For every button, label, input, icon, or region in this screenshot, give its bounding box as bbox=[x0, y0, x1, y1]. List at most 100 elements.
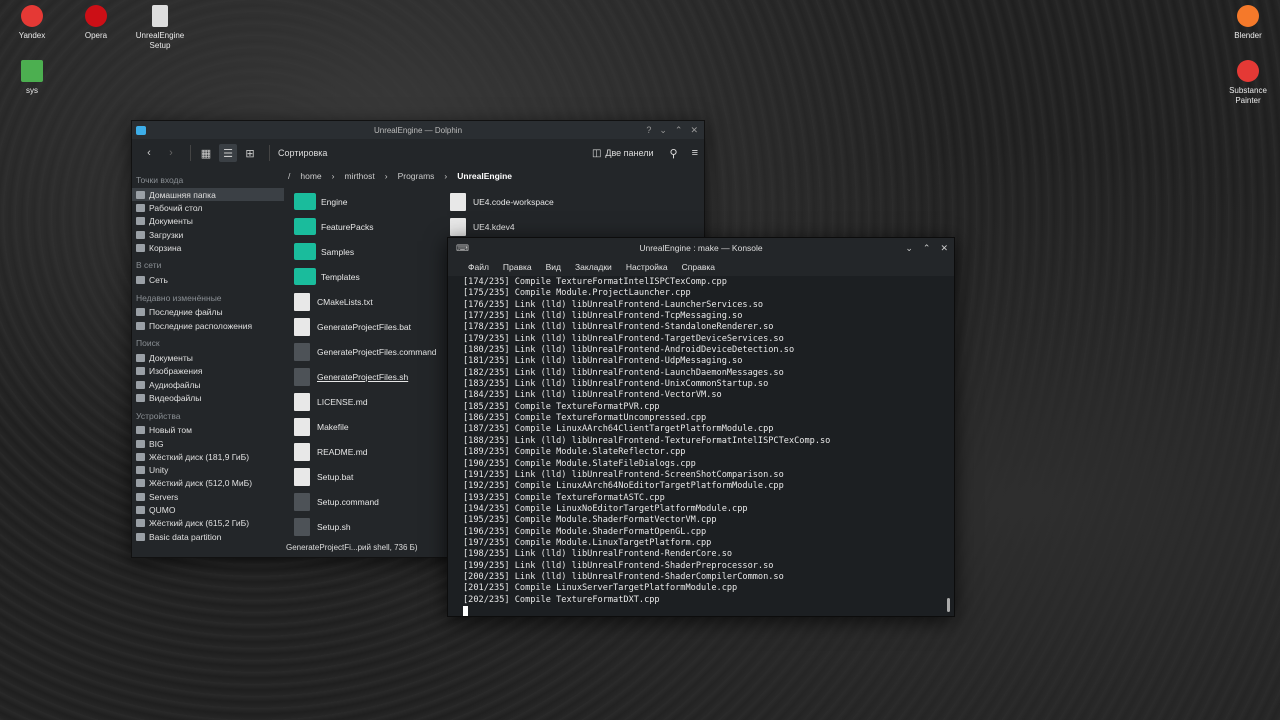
places-item[interactable]: Аудиофайлы bbox=[132, 378, 284, 391]
file-name: GenerateProjectFiles.command bbox=[317, 346, 437, 357]
places-item[interactable]: BIG bbox=[132, 437, 284, 450]
menu-icon[interactable]: ≡ bbox=[692, 147, 698, 159]
desktop-icon-blender[interactable]: Blender bbox=[1216, 5, 1280, 41]
desktop-icon-label: Substance Painter bbox=[1229, 86, 1267, 105]
file-item[interactable]: FeaturePacks bbox=[288, 214, 437, 239]
opera-icon bbox=[85, 5, 107, 27]
desktop-icon-opera[interactable]: Opera bbox=[64, 5, 128, 41]
terminal-line: [201/235] Compile LinuxServerTargetPlatf… bbox=[463, 583, 738, 594]
places-item[interactable]: Жёсткий диск (512,0 МиБ) bbox=[132, 477, 284, 490]
places-item[interactable]: Документы bbox=[132, 351, 284, 364]
konsole-menu-item[interactable]: Настройка bbox=[626, 262, 668, 272]
file-item[interactable]: README.md bbox=[288, 439, 437, 464]
maximize-icon[interactable]: ⌃ bbox=[923, 243, 931, 254]
konsole-menu-item[interactable]: Справка bbox=[682, 262, 715, 272]
file-item[interactable]: GenerateProjectFiles.sh bbox=[288, 364, 437, 389]
file-name: UE4.code-workspace bbox=[473, 196, 554, 207]
place-icon bbox=[136, 203, 145, 212]
places-item[interactable]: Servers bbox=[132, 490, 284, 503]
file-name: UE4.kdev4 bbox=[473, 221, 515, 232]
place-icon bbox=[136, 532, 145, 541]
file-item[interactable]: Engine bbox=[288, 189, 437, 214]
konsole-titlebar[interactable]: ⌨ UnrealEngine : make — Konsole ⌄ ⌃ ✕ bbox=[448, 238, 954, 258]
file-item[interactable]: Makefile bbox=[288, 414, 437, 439]
file-item[interactable]: Setup.command bbox=[288, 489, 437, 514]
places-item[interactable]: Рабочий стол bbox=[132, 201, 284, 214]
sort-button[interactable]: Сортировка bbox=[278, 148, 327, 158]
terminal-line: [195/235] Compile Module.ShaderFormatVec… bbox=[463, 515, 717, 526]
breadcrumb-programs[interactable]: Programs bbox=[398, 171, 435, 181]
file-item[interactable]: Setup.bat bbox=[288, 464, 437, 489]
close-icon[interactable]: ✕ bbox=[690, 125, 698, 136]
places-item[interactable]: Загрузки bbox=[132, 228, 284, 241]
breadcrumb-root[interactable]: / bbox=[288, 171, 290, 181]
places-item[interactable]: Изображения bbox=[132, 365, 284, 378]
places-item[interactable]: QUMO bbox=[132, 503, 284, 516]
file-item[interactable]: CMakeLists.txt bbox=[288, 289, 437, 314]
file-name: Setup.command bbox=[317, 496, 379, 507]
close-icon[interactable]: ✕ bbox=[940, 243, 948, 254]
desktop-icon-substance-painter[interactable]: Substance Painter bbox=[1216, 60, 1280, 106]
place-icon bbox=[136, 393, 145, 402]
places-item[interactable]: Basic data partition bbox=[132, 530, 284, 543]
file-name: GenerateProjectFiles.sh bbox=[317, 371, 409, 382]
compact-view-icon[interactable]: ☰ bbox=[219, 144, 237, 162]
places-item[interactable]: Unity bbox=[132, 463, 284, 476]
places-item[interactable]: Последние расположения bbox=[132, 319, 284, 332]
places-item[interactable]: Последние файлы bbox=[132, 306, 284, 319]
places-item[interactable]: Жёсткий диск (615,2 ГиБ) bbox=[132, 517, 284, 530]
icons-view-icon[interactable]: ▦ bbox=[197, 144, 215, 162]
places-item[interactable]: Жёсткий диск (181,9 ГиБ) bbox=[132, 450, 284, 463]
split-button[interactable]: Две панели bbox=[605, 148, 653, 158]
desktop-icon-sys[interactable]: sys bbox=[0, 60, 64, 96]
folder-icon bbox=[294, 243, 316, 260]
file-item[interactable]: Setup.sh bbox=[288, 514, 437, 539]
help-icon[interactable]: ? bbox=[646, 125, 651, 136]
konsole-menu-item[interactable]: Вид bbox=[546, 262, 561, 272]
places-item[interactable]: Корзина bbox=[132, 241, 284, 254]
places-item-label: Новый том bbox=[149, 425, 192, 436]
document-icon bbox=[294, 317, 310, 336]
yandex-icon bbox=[21, 5, 43, 27]
places-item[interactable]: Домашняя папка bbox=[132, 188, 284, 202]
details-view-icon[interactable]: ⊞ bbox=[241, 144, 259, 162]
places-item-label: Корзина bbox=[149, 242, 182, 253]
konsole-menu-item[interactable]: Файл bbox=[468, 262, 489, 272]
places-item-label: Рабочий стол bbox=[149, 202, 203, 213]
file-item[interactable]: Templates bbox=[288, 264, 437, 289]
file-item[interactable]: Samples bbox=[288, 239, 437, 264]
minimize-icon[interactable]: ⌄ bbox=[659, 125, 667, 136]
breadcrumb: / home › mirthost › Programs › UnrealEng… bbox=[288, 171, 513, 181]
dolphin-titlebar[interactable]: UnrealEngine — Dolphin ? ⌄ ⌃ ✕ bbox=[132, 121, 704, 139]
file-item[interactable]: LICENSE.md bbox=[288, 389, 437, 414]
terminal-output[interactable]: [174/235] Compile TextureFormatIntelISPC… bbox=[448, 276, 954, 618]
konsole-menu-item[interactable]: Правка bbox=[503, 262, 532, 272]
search-icon[interactable]: ⚲ bbox=[670, 147, 678, 160]
places-section-header: Недавно изменённые bbox=[136, 292, 222, 303]
file-item[interactable]: UE4.kdev4 bbox=[444, 214, 554, 239]
desktop-icon-label: sys bbox=[26, 86, 38, 95]
terminal-line: [196/235] Compile Module.ShaderFormatOpe… bbox=[463, 526, 707, 537]
terminal-scrollbar[interactable] bbox=[947, 598, 950, 612]
places-item[interactable]: Новый том bbox=[132, 424, 284, 437]
places-item[interactable]: Документы bbox=[132, 215, 284, 228]
maximize-icon[interactable]: ⌃ bbox=[675, 125, 683, 136]
forward-icon[interactable]: › bbox=[162, 144, 180, 162]
desktop-icon-yandex[interactable]: Yandex bbox=[0, 5, 64, 41]
file-item[interactable]: UE4.code-workspace bbox=[444, 189, 554, 214]
file-item[interactable]: GenerateProjectFiles.command bbox=[288, 339, 437, 364]
breadcrumb-mirthost[interactable]: mirthost bbox=[344, 171, 374, 181]
breadcrumb-current[interactable]: UnrealEngine bbox=[457, 171, 512, 181]
terminal-line: [177/235] Link (lld) libUnrealFrontend-T… bbox=[463, 311, 743, 322]
status-text: GenerateProjectFi...рий shell, 736 Б) bbox=[286, 542, 418, 552]
places-item[interactable]: Видеофайлы bbox=[132, 391, 284, 404]
breadcrumb-home[interactable]: home bbox=[300, 171, 321, 181]
places-item[interactable]: Сеть bbox=[132, 273, 284, 286]
minimize-icon[interactable]: ⌄ bbox=[905, 243, 913, 254]
konsole-menu-item[interactable]: Закладки bbox=[575, 262, 612, 272]
places-item-label: Аудиофайлы bbox=[149, 379, 201, 390]
script-icon bbox=[294, 367, 310, 386]
back-icon[interactable]: ‹ bbox=[140, 144, 158, 162]
desktop-icon-unrealengine-setup[interactable]: UnrealEngine Setup bbox=[128, 5, 192, 51]
file-item[interactable]: GenerateProjectFiles.bat bbox=[288, 314, 437, 339]
